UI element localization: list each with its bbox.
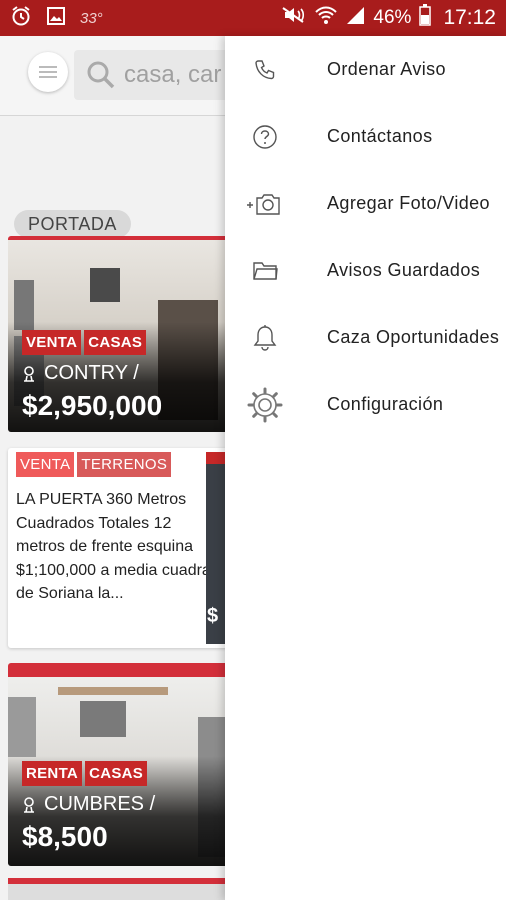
drawer-item-label: Agregar Foto/Video	[327, 193, 490, 213]
listing-description: LA PUERTA 360 Metros Cuadrados Totales 1…	[16, 491, 211, 602]
tag-type: TERRENOS	[77, 452, 172, 477]
drawer-item-contactanos[interactable]: Contáctanos	[225, 103, 506, 170]
phone-icon	[245, 50, 285, 90]
signal-icon	[345, 5, 365, 31]
search-placeholder: casa, car	[124, 61, 222, 88]
folder-icon	[245, 251, 285, 291]
listing-price: $8,500	[22, 821, 108, 852]
listing-card[interactable]: RENTA CASAS CUMBRES / $8,500	[8, 663, 238, 866]
tag-operation: VENTA	[22, 330, 82, 355]
listing-card[interactable]: VENTA CASAS CONTRY / $2,950,000	[8, 236, 238, 432]
help-icon	[245, 117, 285, 157]
bell-icon	[245, 318, 285, 358]
add-camera-icon	[245, 184, 285, 224]
hamburger-icon	[39, 66, 57, 78]
listing-location: CUMBRES /	[44, 793, 156, 815]
listing-card[interactable]	[8, 878, 238, 900]
location-pin-icon	[24, 365, 34, 382]
drawer-item-caza-oportunidades[interactable]: Caza Oportunidades	[225, 304, 506, 371]
drawer-item-label: Configuración	[327, 394, 444, 414]
section-chip: PORTADA	[14, 210, 131, 238]
tag-type: CASAS	[84, 330, 147, 355]
status-bar: 33° 46% 17:12	[0, 0, 506, 36]
alarm-icon	[10, 5, 32, 32]
navigation-drawer: Ordenar Aviso Contáctanos Agregar Foto/V…	[225, 36, 506, 900]
listing-card[interactable]: VENTA TERRENOS LA PUERTA 360 Metros Cuad…	[8, 448, 238, 648]
listing-price: $2,950,000	[22, 390, 163, 421]
menu-button[interactable]	[28, 52, 68, 92]
battery-percent: 46%	[373, 7, 412, 28]
wifi-icon	[315, 5, 338, 31]
listing-location: CONTRY /	[44, 362, 139, 384]
location-pin-icon	[24, 796, 34, 813]
tag-type: CASAS	[85, 761, 148, 786]
battery-icon	[419, 4, 432, 32]
drawer-item-label: Avisos Guardados	[327, 260, 481, 280]
tag-operation: VENTA	[16, 452, 75, 477]
thumbnail-price-fragment: $	[207, 605, 219, 627]
search-icon	[87, 61, 115, 89]
drawer-item-label: Contáctanos	[327, 126, 433, 146]
drawer-item-configuracion[interactable]: Configuración	[225, 371, 506, 438]
drawer-item-label: Caza Oportunidades	[327, 327, 500, 347]
tag-operation: RENTA	[22, 761, 83, 786]
image-icon	[46, 6, 66, 31]
drawer-item-label: Ordenar Aviso	[327, 59, 446, 79]
temperature-text: 33°	[80, 9, 103, 27]
clock-time: 17:12	[443, 6, 496, 29]
gear-icon	[245, 385, 285, 425]
drawer-item-agregar-foto[interactable]: Agregar Foto/Video	[225, 170, 506, 237]
drawer-item-ordenar-aviso[interactable]: Ordenar Aviso	[225, 36, 506, 103]
drawer-item-avisos-guardados[interactable]: Avisos Guardados	[225, 237, 506, 304]
mute-icon	[281, 6, 307, 30]
